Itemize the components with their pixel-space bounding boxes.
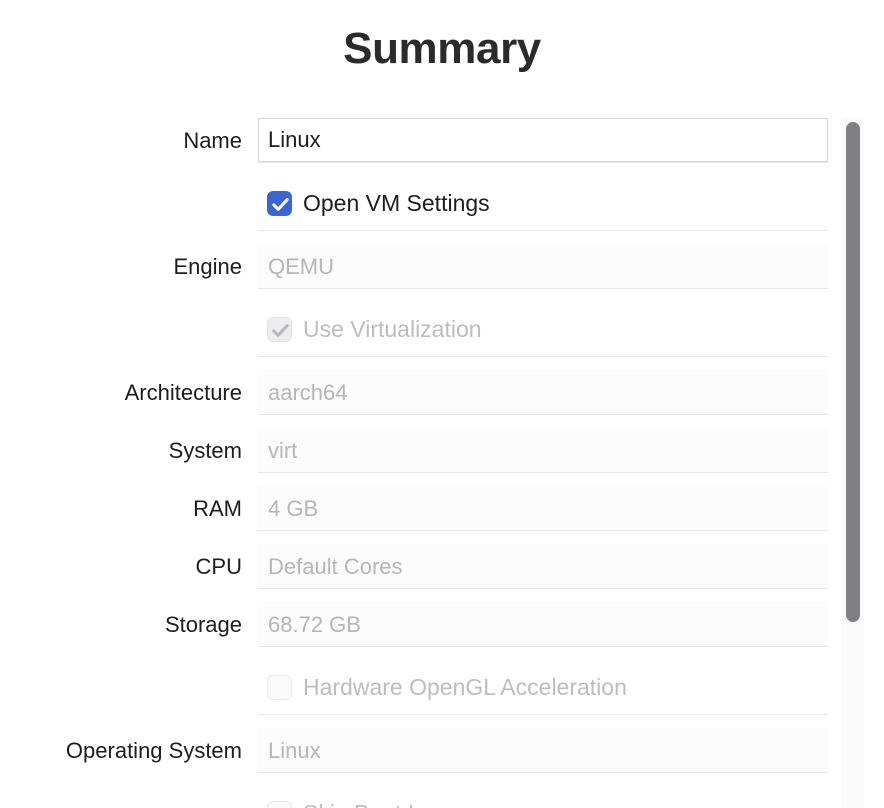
page-title: Summary xyxy=(343,24,541,73)
form-row: Use Virtualization xyxy=(0,302,884,357)
field-cell: Default Cores xyxy=(258,544,828,589)
row-gap xyxy=(0,715,884,728)
vertical-scrollbar[interactable] xyxy=(842,118,864,808)
row-separator xyxy=(258,162,828,163)
field-cell: Use Virtualization xyxy=(258,302,828,357)
checkbox-row: Hardware OpenGL Acceleration xyxy=(258,660,828,714)
row-gap xyxy=(0,231,884,244)
field-label: Operating System xyxy=(65,737,242,763)
row-gap xyxy=(0,773,884,786)
form-row: System virt xyxy=(0,428,884,473)
field-cell: Hardware OpenGL Acceleration xyxy=(258,660,828,715)
field-cell: Open VM Settings xyxy=(258,176,828,231)
row-gap xyxy=(0,589,884,602)
checkbox-unchecked-icon xyxy=(267,674,292,700)
field-cell: 4 GB xyxy=(258,486,828,531)
row-separator xyxy=(258,588,828,589)
field-label-empty xyxy=(0,176,242,231)
form-row: Open VM Settings xyxy=(0,176,884,231)
form-row: Skip Boot Image xyxy=(0,786,884,808)
field-label: Name xyxy=(183,127,242,153)
field-cell: Linux xyxy=(258,728,828,773)
field-cell: Skip Boot Image xyxy=(258,786,828,808)
field-label: RAM xyxy=(193,495,242,521)
row-separator xyxy=(258,772,828,773)
field-label: Storage xyxy=(164,611,242,637)
checkbox-checked-icon[interactable] xyxy=(267,190,292,216)
name-input[interactable]: Linux xyxy=(258,118,828,162)
checkbox-checked-icon xyxy=(267,316,292,342)
field-label: CPU xyxy=(195,553,242,579)
checkbox-unchecked-icon xyxy=(267,800,292,808)
form-row: Storage 68.72 GB xyxy=(0,602,884,647)
row-gap xyxy=(0,415,884,428)
field-label: System xyxy=(168,437,242,463)
checkbox-row[interactable]: Open VM Settings xyxy=(258,176,828,230)
readonly-field-cpu: Default Cores xyxy=(258,544,828,588)
row-separator xyxy=(258,530,828,531)
form-row: Engine QEMU xyxy=(0,244,884,289)
checkbox-row: Skip Boot Image xyxy=(258,786,828,808)
row-gap xyxy=(0,289,884,302)
row-separator xyxy=(258,646,828,647)
field-cell: QEMU xyxy=(258,244,828,289)
checkbox-label: Skip Boot Image xyxy=(303,801,472,808)
row-separator xyxy=(258,288,828,289)
checkbox-label: Hardware OpenGL Acceleration xyxy=(303,673,627,700)
field-label-empty xyxy=(0,786,242,808)
field-cell: virt xyxy=(258,428,828,473)
field-cell: 68.72 GB xyxy=(258,602,828,647)
readonly-field-operating-system: Linux xyxy=(258,728,828,772)
row-gap xyxy=(0,531,884,544)
row-separator xyxy=(258,356,828,357)
row-separator xyxy=(258,230,828,231)
form-row: Hardware OpenGL Acceleration xyxy=(0,660,884,715)
row-separator xyxy=(258,414,828,415)
field-cell: aarch64 xyxy=(258,370,828,415)
checkbox-label: Use Virtualization xyxy=(303,315,482,342)
checkbox-label: Open VM Settings xyxy=(303,189,490,216)
field-label-empty xyxy=(0,660,242,715)
row-gap xyxy=(0,647,884,660)
row-separator xyxy=(258,714,828,715)
form-row: Architecture aarch64 xyxy=(0,370,884,415)
summary-form: Name Linux Open VM Settings Engine QEMU Use V… xyxy=(0,118,884,808)
readonly-field-system: virt xyxy=(258,428,828,472)
form-row: CPU Default Cores xyxy=(0,544,884,589)
form-row: RAM 4 GB xyxy=(0,486,884,531)
field-cell: Linux xyxy=(258,118,828,163)
scrollbar-thumb[interactable] xyxy=(846,122,860,622)
form-row: Operating System Linux xyxy=(0,728,884,773)
field-label-empty xyxy=(0,302,242,357)
readonly-field-storage: 68.72 GB xyxy=(258,602,828,646)
form-row: Name Linux xyxy=(0,118,884,163)
row-separator xyxy=(258,472,828,473)
field-label: Architecture xyxy=(124,379,242,405)
checkbox-row: Use Virtualization xyxy=(258,302,828,356)
summary-screen: Summary Name Linux Open VM Settings Engine Q… xyxy=(0,0,884,808)
field-label: Engine xyxy=(173,253,242,279)
row-gap xyxy=(0,163,884,176)
readonly-field-engine: QEMU xyxy=(258,244,828,288)
row-gap xyxy=(0,357,884,370)
readonly-field-ram: 4 GB xyxy=(258,486,828,530)
readonly-field-architecture: aarch64 xyxy=(258,370,828,414)
row-gap xyxy=(0,473,884,486)
